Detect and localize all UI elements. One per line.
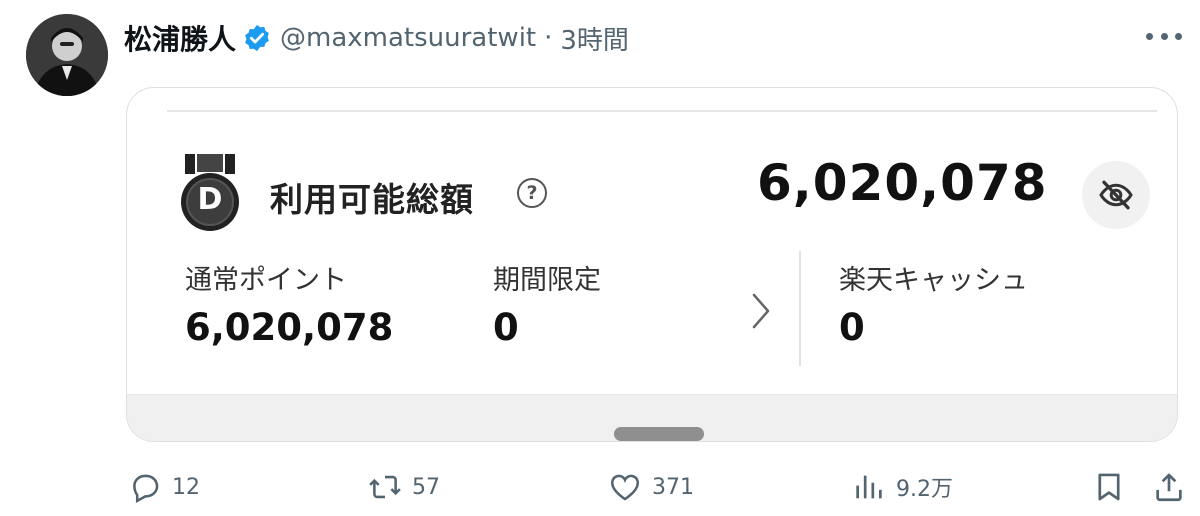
tweet-media-card[interactable]: D 利用可能総額 ? 6,020,078 通常ポイント 6,020,078 期間… [126,87,1178,442]
avatar[interactable] [26,14,108,96]
bookmark-button[interactable] [1092,470,1126,504]
retweet-button[interactable]: 57 [368,470,440,504]
author-name[interactable]: 松浦勝人 [124,18,236,58]
reply-count: 12 [172,474,200,500]
retweet-count: 57 [412,474,440,500]
like-button[interactable]: 371 [608,470,694,504]
bookmark-icon [1098,473,1120,501]
medal-icon: D [179,154,241,234]
share-button[interactable] [1152,470,1186,504]
retweet-icon [369,475,401,499]
available-total-value: 6,020,078 [757,154,1048,212]
separator-dot: · [544,23,553,53]
divider [167,110,1157,112]
chevron-right-icon[interactable] [749,291,773,331]
views-count: 9.2万 [896,477,953,502]
regular-points-value: 6,020,078 [185,306,394,349]
eye-off-icon[interactable] [1082,161,1150,229]
views-icon [856,475,882,499]
limited-points-label: 期間限定 [493,265,601,296]
reply-button[interactable]: 12 [128,470,200,504]
reply-icon [133,474,159,504]
regular-points-label: 通常ポイント [185,265,347,296]
views-button[interactable]: 9.2万 [852,470,953,504]
like-icon [610,474,640,501]
scroll-handle[interactable] [614,427,704,441]
share-icon [1156,473,1182,502]
limited-points-value: 0 [493,306,519,349]
medal-letter: D [197,182,223,217]
action-bar: 12 57 371 9.2万 [0,458,1200,516]
rakuten-cash-value: 0 [839,306,865,349]
column-divider [799,251,801,366]
verified-badge-icon [242,23,272,53]
like-count: 371 [652,474,694,500]
rakuten-cash-label: 楽天キャッシュ [839,265,1028,296]
timestamp[interactable]: 3時間 [560,20,629,57]
tweet-header: 松浦勝人 @maxmatsuuratwit · 3時間 [124,16,629,60]
more-icon[interactable] [1146,24,1182,48]
available-total-label: 利用可能総額 [270,180,474,219]
author-handle[interactable]: @maxmatsuuratwit [280,23,536,53]
help-icon[interactable]: ? [517,178,547,208]
